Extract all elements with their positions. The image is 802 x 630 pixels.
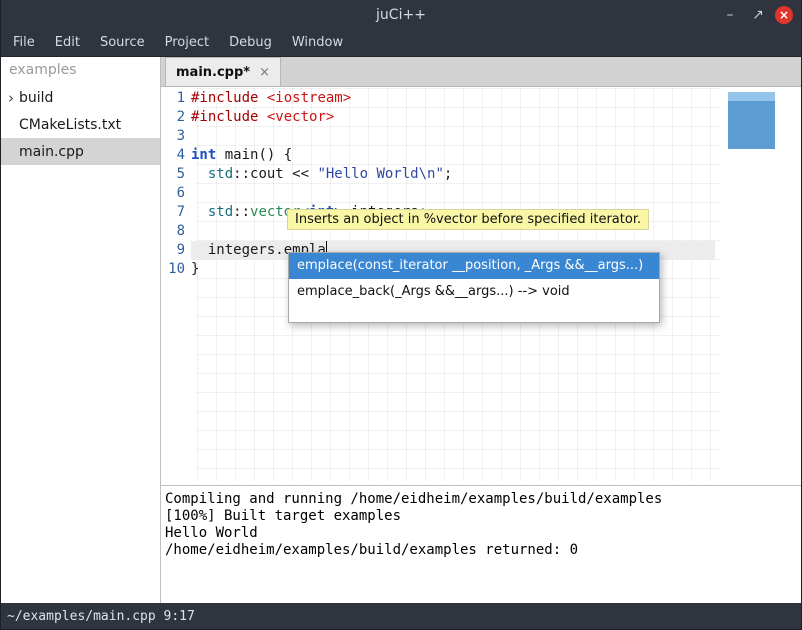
code-token: ::cout << [233, 166, 317, 182]
line-number: 2 [161, 108, 191, 127]
terminal-line: /home/eidheim/examples/build/examples re… [165, 542, 797, 559]
restore-button[interactable]: ↗ [747, 4, 769, 26]
autocomplete-popup: emplace(const_iterator __position, _Args… [288, 252, 660, 323]
menu-window[interactable]: Window [282, 30, 353, 56]
autocomplete-item[interactable]: emplace_back(_Args &&__args...) --> void [289, 279, 659, 305]
code-token: } [191, 261, 199, 277]
menu-debug[interactable]: Debug [219, 30, 282, 56]
code-text[interactable]: std::cout << "Hello World\n"; [191, 165, 715, 184]
line-number: 3 [161, 127, 191, 146]
code-text[interactable] [191, 127, 715, 146]
terminal-line: Hello World [165, 525, 797, 542]
line-number: 8 [161, 222, 191, 241]
file-tree-panel: examples ›build CMakeLists.txt main.cpp [1, 57, 161, 603]
menu-source[interactable]: Source [90, 30, 155, 56]
doc-tooltip: Inserts an object in %vector before spec… [287, 209, 649, 230]
code-token: <vector> [267, 109, 334, 125]
autocomplete-item[interactable]: emplace(const_iterator __position, _Args… [289, 253, 659, 279]
code-token: int [191, 147, 216, 163]
code-text[interactable]: int main() { [191, 146, 715, 165]
menu-edit[interactable]: Edit [45, 30, 90, 56]
sidebar-item-main.cpp[interactable]: main.cpp [1, 138, 160, 165]
status-bar: ~/examples/main.cpp 9:17 [1, 603, 801, 629]
line-number: 7 [161, 203, 191, 222]
menu-project[interactable]: Project [155, 30, 219, 56]
terminal-line: Compiling and running /home/eidheim/exam… [165, 491, 797, 508]
line-number: 10 [161, 260, 191, 279]
code-token [191, 166, 208, 182]
code-editor[interactable]: 1#include <iostream>2#include <vector>34… [161, 87, 801, 485]
code-token: :: [233, 204, 250, 220]
code-token: ; [444, 166, 452, 182]
code-token [191, 204, 208, 220]
code-token: <iostream> [267, 90, 351, 106]
file-label: build [19, 90, 53, 106]
code-token [258, 109, 266, 125]
line-number: 1 [161, 89, 191, 108]
code-lines: 1#include <iostream>2#include <vector>34… [161, 89, 801, 279]
tab-close-icon[interactable]: × [259, 65, 270, 80]
menu-file[interactable]: File [3, 30, 45, 56]
code-token: #include [191, 109, 258, 125]
file-tree-header: examples [1, 57, 160, 84]
menu-bar: FileEditSourceProjectDebugWindow [1, 30, 801, 57]
code-line-6: 6 [161, 184, 801, 203]
code-line-3: 3 [161, 127, 801, 146]
app-window: juCi++ – ↗ × FileEditSourceProjectDebugW… [0, 0, 802, 630]
code-token [258, 90, 266, 106]
code-line-2: 2#include <vector> [161, 108, 801, 127]
file-label: main.cpp [19, 144, 84, 160]
terminal-line: [100%] Built target examples [165, 508, 797, 525]
tab-main-cpp[interactable]: main.cpp* × [165, 57, 281, 86]
code-token: #include [191, 90, 258, 106]
code-line-4: 4int main() { [161, 146, 801, 165]
tab-bar: main.cpp* × [161, 57, 801, 87]
code-line-5: 5 std::cout << "Hello World\n"; [161, 165, 801, 184]
line-number: 9 [161, 241, 191, 260]
title-bar: juCi++ – ↗ × [1, 0, 801, 30]
file-tree: ›build CMakeLists.txt main.cpp [1, 84, 160, 165]
code-token: "Hello World\n" [317, 166, 443, 182]
line-number: 6 [161, 184, 191, 203]
scroll-overview-thumb[interactable] [728, 92, 775, 149]
terminal-output[interactable]: Compiling and running /home/eidheim/exam… [161, 486, 801, 603]
file-label: CMakeLists.txt [19, 117, 121, 133]
sidebar-item-cmakelists.txt[interactable]: CMakeLists.txt [1, 111, 160, 138]
code-text[interactable]: #include <iostream> [191, 89, 715, 108]
tab-label: main.cpp* [176, 65, 250, 80]
window-controls: – ↗ × [719, 4, 801, 26]
sidebar-item-build[interactable]: ›build [1, 84, 160, 111]
line-number: 4 [161, 146, 191, 165]
code-text[interactable] [191, 184, 715, 203]
close-button[interactable]: × [775, 6, 793, 24]
main-area: examples ›build CMakeLists.txt main.cpp ma… [1, 57, 801, 603]
minimize-button[interactable]: – [719, 4, 741, 26]
code-text[interactable]: #include <vector> [191, 108, 715, 127]
code-token: main() { [216, 147, 292, 163]
code-token: std [208, 166, 233, 182]
code-token: std [208, 204, 233, 220]
status-file-position: ~/examples/main.cpp 9:17 [7, 609, 195, 624]
editor-column: main.cpp* × 1#include <iostream>2#includ… [161, 57, 801, 603]
code-line-1: 1#include <iostream> [161, 89, 801, 108]
chevron-right-icon: › [3, 89, 19, 107]
line-number: 5 [161, 165, 191, 184]
window-title: juCi++ [1, 7, 801, 23]
